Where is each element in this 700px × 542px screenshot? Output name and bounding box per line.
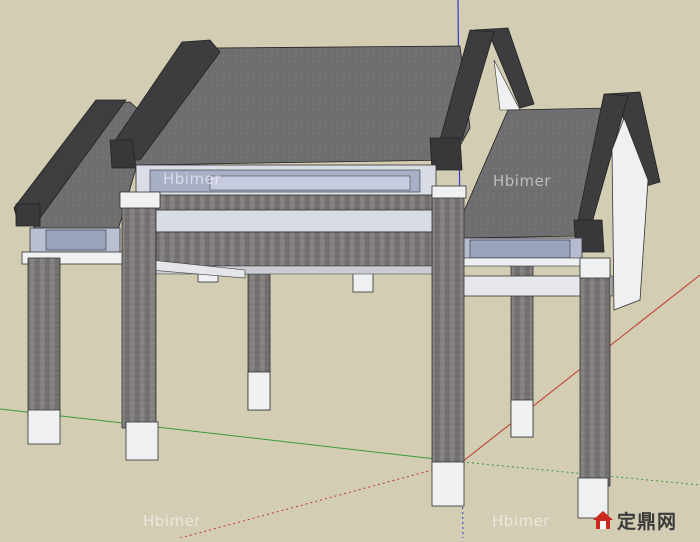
watermark-top-right: Hbimer (493, 172, 551, 190)
main-beams[interactable] (129, 194, 461, 279)
column-left-far (27, 257, 61, 419)
right-wing-roof[interactable] (457, 91, 661, 311)
logo-house-icon (593, 511, 613, 529)
watermark-bottom-right: Hbimer (492, 512, 550, 530)
watermark-top-left: Hbimer (163, 170, 221, 188)
site-logo: 定鼎网 (592, 505, 677, 535)
sketchup-viewport[interactable]: Hbimer Hbimer Hbimer Hbimer 定鼎网 (0, 0, 700, 539)
column-right (579, 261, 611, 487)
column-center (431, 189, 465, 469)
logo-text: 定鼎网 (617, 510, 678, 533)
column-left-near (121, 197, 157, 429)
green-axis (0, 408, 463, 463)
red-axis-dotted (179, 461, 463, 539)
pavilion-model-canvas[interactable] (0, 0, 700, 539)
watermark-bottom-left: Hbimer (143, 512, 201, 530)
